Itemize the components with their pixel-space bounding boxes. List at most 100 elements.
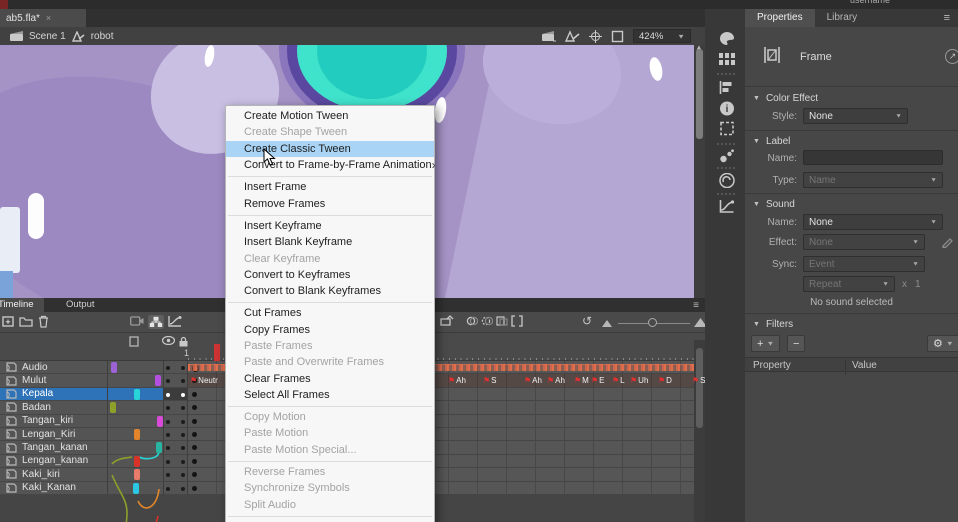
breadcrumb-scene[interactable]: Scene 1 bbox=[29, 31, 66, 42]
tab-output[interactable]: Output bbox=[56, 298, 105, 312]
layer-row[interactable]: Tangan_kiri bbox=[0, 415, 188, 428]
layer-visibility-dot[interactable] bbox=[166, 366, 170, 370]
context-menu-item[interactable]: Create Shape Tween bbox=[226, 124, 434, 140]
parent-swatch[interactable] bbox=[134, 469, 140, 480]
context-menu-item[interactable]: Synchronize Symbols bbox=[226, 480, 434, 496]
context-menu-item[interactable]: Paste Frames bbox=[226, 338, 434, 354]
context-menu-item[interactable]: Reverse Frames bbox=[226, 464, 434, 480]
stage-vertical-scrollbar[interactable]: ▲ bbox=[694, 45, 705, 298]
modify-markers-icon[interactable] bbox=[511, 315, 523, 327]
layer-visibility-dot[interactable] bbox=[166, 420, 170, 424]
layer-depth-icon[interactable] bbox=[168, 315, 182, 327]
layer-visibility-dot[interactable] bbox=[166, 460, 170, 464]
frame-size-slider-knob[interactable] bbox=[648, 318, 657, 327]
parent-swatch[interactable] bbox=[134, 389, 140, 400]
context-menu-item[interactable]: Clear Frames bbox=[226, 370, 434, 386]
context-menu-item[interactable]: Paste and Overwrite Frames bbox=[226, 354, 434, 370]
section-header[interactable]: ▼ Color Effect bbox=[745, 89, 958, 106]
label-name-input[interactable] bbox=[803, 150, 943, 165]
context-menu-item[interactable]: Copy Frames bbox=[226, 322, 434, 338]
context-menu-item[interactable]: Paste Motion Special... bbox=[226, 442, 434, 458]
parent-swatch[interactable] bbox=[134, 429, 140, 440]
remove-filter-button[interactable]: − bbox=[787, 335, 805, 352]
keyframe-label[interactable]: ⚑ E bbox=[591, 376, 605, 385]
layer-row[interactable]: Kaki_Kanan bbox=[0, 482, 188, 495]
playhead[interactable] bbox=[214, 344, 220, 361]
close-tab-icon[interactable]: × bbox=[46, 13, 51, 23]
keyframe-label[interactable]: ⚑ S bbox=[692, 376, 706, 385]
keyframe-label[interactable]: ⚑ Ah bbox=[547, 376, 565, 385]
section-header[interactable]: ▼ Label bbox=[745, 132, 958, 149]
new-layer-icon[interactable] bbox=[2, 315, 15, 328]
layer-visibility-dot[interactable] bbox=[166, 473, 170, 477]
swatches-icon[interactable] bbox=[719, 53, 735, 66]
parent-swatch[interactable] bbox=[133, 483, 139, 494]
filter-options-button[interactable]: ⚙ ▼ bbox=[927, 335, 958, 352]
brush-library-icon[interactable] bbox=[720, 149, 735, 163]
parent-swatch[interactable] bbox=[157, 416, 163, 427]
panel-menu-icon[interactable]: ≡ bbox=[944, 12, 950, 24]
new-folder-icon[interactable] bbox=[19, 315, 33, 327]
layer-lock-dot[interactable] bbox=[181, 460, 185, 464]
context-menu-item[interactable]: Convert to Frame-by-Frame Animation › bbox=[226, 157, 434, 173]
keyframe-label[interactable]: ⚑ D bbox=[658, 376, 672, 385]
context-menu-item[interactable]: Paste Motion bbox=[226, 425, 434, 441]
center-stage-icon[interactable] bbox=[589, 30, 602, 43]
layer-visibility-dot[interactable] bbox=[166, 487, 170, 491]
document-tab[interactable]: ab5.fla* × bbox=[0, 9, 86, 27]
align-icon[interactable] bbox=[720, 81, 735, 94]
keyframe-label[interactable]: ⚑ Uh bbox=[630, 376, 648, 385]
delete-layer-icon[interactable] bbox=[38, 315, 49, 328]
panel-menu-icon[interactable]: ≡ bbox=[693, 300, 699, 311]
layer-row[interactable]: Kaki_kiri bbox=[0, 468, 188, 481]
edit-symbols-icon[interactable] bbox=[565, 30, 580, 42]
tab-properties[interactable]: Properties bbox=[745, 9, 815, 27]
edit-scene-icon[interactable] bbox=[542, 31, 556, 42]
layer-visibility-dot[interactable] bbox=[166, 433, 170, 437]
layer-visibility-dot[interactable] bbox=[166, 406, 170, 410]
onion-skin-icon[interactable] bbox=[466, 315, 478, 327]
context-menu-item[interactable]: Convert to Keyframes bbox=[226, 267, 434, 283]
timeline-vertical-scrollbar[interactable] bbox=[694, 340, 705, 522]
clip-content-icon[interactable] bbox=[611, 30, 624, 43]
cc-libraries-icon[interactable] bbox=[719, 173, 736, 188]
layer-lock-dot[interactable] bbox=[181, 393, 185, 397]
context-menu-item[interactable]: Insert Blank Keyframe bbox=[226, 234, 434, 250]
color-palette-icon[interactable] bbox=[719, 31, 736, 46]
layer-visibility-dot[interactable] bbox=[166, 446, 170, 450]
onion-skin-outline-icon[interactable] bbox=[481, 315, 493, 327]
reset-timeline-zoom-icon[interactable]: ↺ bbox=[582, 314, 592, 328]
layer-row[interactable]: Badan bbox=[0, 401, 188, 414]
layer-lock-dot[interactable] bbox=[181, 446, 185, 450]
add-filter-button[interactable]: + ▼ bbox=[751, 335, 780, 352]
edit-sound-pencil-icon[interactable] bbox=[941, 236, 953, 248]
layer-row[interactable]: Kepala bbox=[0, 388, 188, 401]
layer-lock-dot[interactable] bbox=[181, 420, 185, 424]
layer-row[interactable]: Lengan_kanan bbox=[0, 455, 188, 468]
parent-swatch[interactable] bbox=[111, 362, 117, 373]
style-dropdown[interactable]: None ▼ bbox=[803, 108, 908, 124]
breadcrumb-symbol[interactable]: robot bbox=[91, 31, 114, 42]
layer-lock-dot[interactable] bbox=[181, 433, 185, 437]
context-menu-item[interactable]: Cut Frames bbox=[226, 305, 434, 321]
keyframe-label[interactable]: ⚑ M bbox=[574, 376, 589, 385]
parent-swatch[interactable] bbox=[156, 442, 162, 453]
context-menu-item[interactable]: Clear Keyframe bbox=[226, 250, 434, 266]
zoom-level-select[interactable]: 424% ▼ bbox=[633, 29, 691, 43]
layer-lock-dot[interactable] bbox=[181, 473, 185, 477]
layer-lock-dot[interactable] bbox=[181, 366, 185, 370]
layer-visibility-dot[interactable] bbox=[166, 393, 170, 397]
context-menu-item[interactable]: Create Classic Tween bbox=[226, 141, 434, 157]
context-menu-item[interactable]: Insert Keyframe bbox=[226, 218, 434, 234]
layer-row[interactable]: Tangan_kanan bbox=[0, 441, 188, 454]
keyframe-label[interactable]: ⚑ Ah bbox=[448, 376, 466, 385]
parent-swatch[interactable] bbox=[110, 402, 116, 413]
keyframe-label[interactable]: ⚑ S bbox=[483, 376, 497, 385]
context-menu-item[interactable]: Convert to Blank Keyframes bbox=[226, 283, 434, 299]
user-account-menu[interactable]: username bbox=[850, 0, 890, 5]
parent-swatch[interactable] bbox=[134, 456, 140, 467]
zoom-out-frames-icon[interactable] bbox=[602, 320, 612, 327]
context-menu-item[interactable]: Split Audio bbox=[226, 497, 434, 513]
center-playhead-icon[interactable] bbox=[440, 315, 454, 327]
layer-lock-dot[interactable] bbox=[181, 487, 185, 491]
